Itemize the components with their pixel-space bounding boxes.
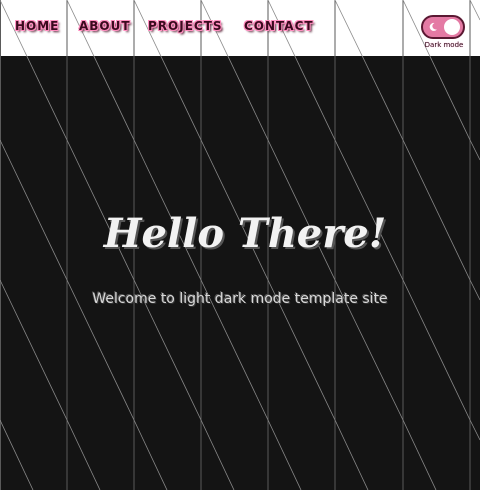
navbar: HOME ABOUT PROJECTS CONTACT Dark mode bbox=[0, 0, 480, 56]
theme-toggle: Dark mode bbox=[418, 14, 470, 54]
nav-link-projects[interactable]: PROJECTS bbox=[148, 19, 223, 33]
nav-link-about[interactable]: ABOUT bbox=[79, 19, 131, 33]
hero-section bbox=[0, 56, 480, 490]
nav-link-contact[interactable]: CONTACT bbox=[244, 19, 314, 33]
hero-subtitle: Welcome to light dark mode template site bbox=[92, 291, 388, 307]
theme-toggle-knob bbox=[444, 19, 460, 35]
hero-title: Hello There! bbox=[103, 210, 387, 257]
nav-link-home[interactable]: HOME bbox=[15, 19, 59, 33]
moon-icon bbox=[429, 22, 437, 31]
theme-toggle-switch[interactable] bbox=[421, 15, 465, 39]
page: HOME ABOUT PROJECTS CONTACT Dark mode He… bbox=[0, 0, 480, 490]
theme-toggle-label: Dark mode bbox=[424, 41, 464, 49]
